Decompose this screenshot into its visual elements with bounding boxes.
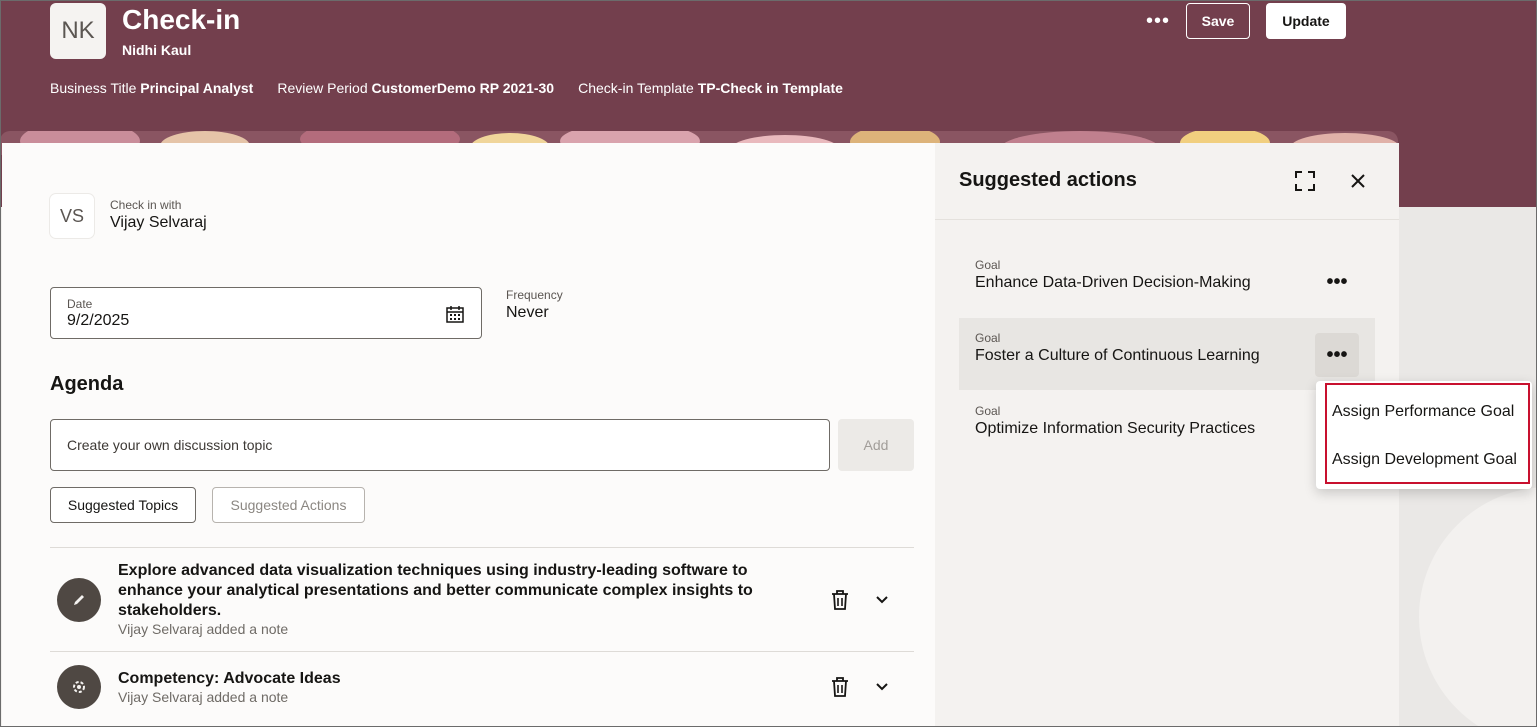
agenda-title: Agenda (50, 373, 124, 395)
frequency-label: Frequency (506, 288, 563, 302)
meta-template: Check-in Template TP-Check in Template (578, 80, 843, 96)
avatar: NK (50, 3, 106, 59)
goal-kind: Goal (975, 258, 1001, 272)
menu-item-assign-development-goal[interactable]: Assign Development Goal (1332, 451, 1517, 469)
frequency-value: Never (506, 304, 549, 321)
agenda-item: Competency: Advocate Ideas Vijay Selvara… (50, 652, 914, 727)
date-label: Date (67, 297, 93, 311)
date-field[interactable]: Date 9/2/2025 (50, 287, 482, 339)
person-name: Nidhi Kaul (122, 42, 192, 58)
more-actions-icon[interactable]: ••• (1315, 260, 1359, 304)
pencil-icon (57, 578, 101, 622)
goal-row[interactable]: Goal Optimize Information Security Pract… (959, 391, 1375, 463)
calendar-icon[interactable] (445, 304, 465, 324)
goal-name: Foster a Culture of Continuous Learning (975, 347, 1260, 364)
trash-icon[interactable] (828, 675, 852, 699)
competency-icon (57, 665, 101, 709)
goal-row[interactable]: Goal Foster a Culture of Continuous Lear… (959, 318, 1375, 390)
chevron-down-icon[interactable] (872, 677, 892, 697)
checkin-with-label: Check in with (110, 198, 182, 212)
goal-name: Enhance Data-Driven Decision-Making (975, 274, 1251, 291)
date-value[interactable]: 9/2/2025 (67, 312, 129, 330)
suggested-actions-button[interactable]: Suggested Actions (212, 487, 365, 523)
more-actions-icon[interactable]: ••• (1315, 333, 1359, 377)
trash-icon[interactable] (828, 588, 852, 612)
goal-name: Optimize Information Security Practices (975, 420, 1256, 437)
header-meta: Business Title Principal Analyst Review … (50, 80, 843, 96)
topic-input[interactable]: Create your own discussion topic (50, 419, 830, 471)
more-actions-icon[interactable]: ••• (1140, 6, 1176, 36)
expand-icon[interactable] (1294, 170, 1316, 192)
agenda-item-title[interactable]: Competency: Advocate Ideas (118, 669, 778, 689)
update-button[interactable]: Update (1266, 3, 1346, 39)
agenda-item-title[interactable]: Explore advanced data visualization tech… (118, 561, 778, 621)
goal-kind: Goal (975, 331, 1001, 345)
avatar: VS (50, 194, 94, 238)
suggested-topics-button[interactable]: Suggested Topics (50, 487, 196, 523)
meta-business-title: Business Title Principal Analyst (50, 80, 254, 96)
add-button[interactable]: Add (838, 419, 914, 471)
chevron-down-icon[interactable] (872, 590, 892, 610)
agenda-item: Explore advanced data visualization tech… (50, 548, 914, 651)
agenda-item-subtitle: Vijay Selvaraj added a note (118, 689, 289, 705)
meta-review-period: Review Period CustomerDemo RP 2021-30 (277, 80, 555, 96)
page-title: Check-in (122, 4, 241, 35)
close-icon[interactable] (1348, 171, 1368, 191)
menu-item-assign-performance-goal[interactable]: Assign Performance Goal (1332, 403, 1514, 421)
panel-title: Suggested actions (959, 169, 1137, 191)
agenda-item-subtitle: Vijay Selvaraj added a note (118, 621, 289, 637)
goal-kind: Goal (975, 404, 1001, 418)
checkin-with-name: Vijay Selvaraj (110, 214, 207, 231)
save-button[interactable]: Save (1186, 3, 1250, 39)
goal-row[interactable]: Goal Enhance Data-Driven Decision-Making… (959, 245, 1375, 317)
